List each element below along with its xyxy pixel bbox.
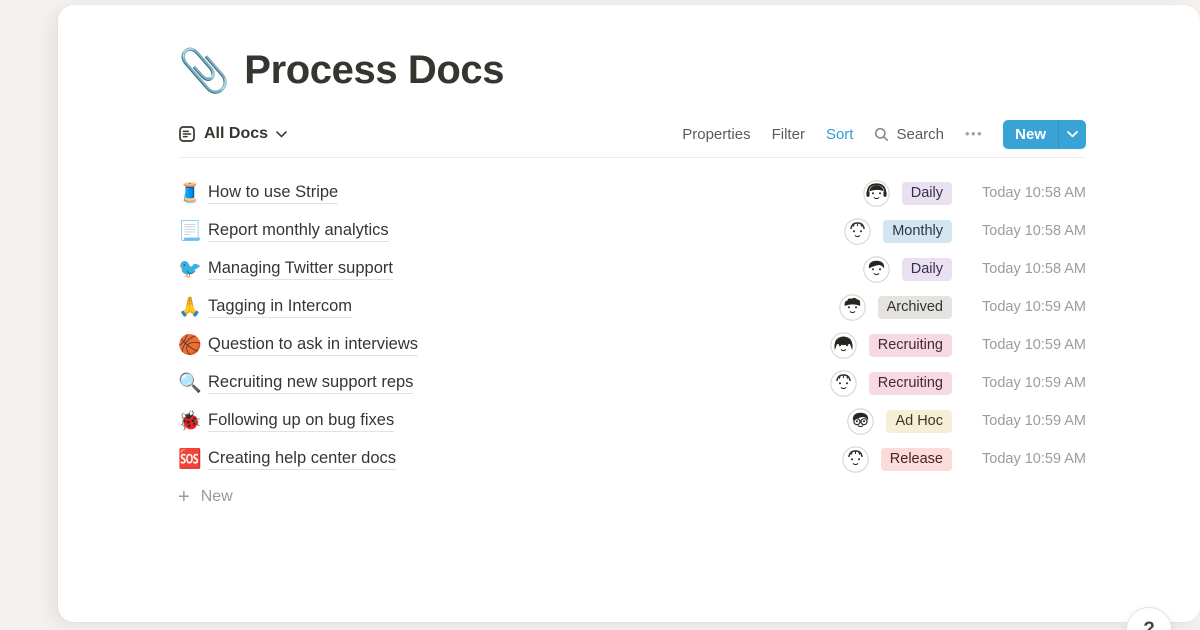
row-meta: Monthly bbox=[844, 218, 952, 245]
chevron-down-icon[interactable] bbox=[1059, 120, 1086, 149]
doc-emoji-icon: 🔍 bbox=[178, 374, 208, 393]
doc-row[interactable]: 🔍 Recruiting new support reps Recruiting… bbox=[178, 364, 1086, 402]
edited-timestamp: Today 10:58 AM bbox=[952, 223, 1086, 239]
doc-emoji-icon: 🏀 bbox=[178, 336, 208, 355]
new-row-button[interactable]: + New bbox=[178, 478, 1086, 516]
doc-title-link[interactable]: Tagging in Intercom bbox=[208, 297, 352, 318]
view-label: All Docs bbox=[204, 125, 268, 143]
new-button-label: New bbox=[1003, 120, 1058, 149]
doc-emoji-icon: 📃 bbox=[178, 222, 208, 241]
more-options-button[interactable]: ••• bbox=[964, 124, 984, 145]
doc-row[interactable]: 🆘 Creating help center docs Release Toda… bbox=[178, 440, 1086, 478]
author-avatar bbox=[847, 408, 874, 435]
doc-list: 🧵 How to use Stripe Daily Today 10:58 AM… bbox=[178, 174, 1086, 478]
page-header: 📎 Process Docs bbox=[178, 48, 1086, 93]
notion-page-card: 📎 Process Docs All Docs P bbox=[58, 5, 1200, 622]
row-meta: Release bbox=[842, 446, 952, 473]
doc-emoji-icon: 🐞 bbox=[178, 412, 208, 431]
author-avatar bbox=[830, 332, 857, 359]
edited-timestamp: Today 10:59 AM bbox=[952, 337, 1086, 353]
page-content: 📎 Process Docs All Docs P bbox=[58, 48, 1200, 516]
row-meta: Recruiting bbox=[830, 332, 952, 359]
edited-timestamp: Today 10:59 AM bbox=[952, 375, 1086, 391]
edited-timestamp: Today 10:59 AM bbox=[952, 451, 1086, 467]
row-meta: Archived bbox=[839, 294, 952, 321]
search-icon bbox=[874, 127, 889, 142]
edited-timestamp: Today 10:59 AM bbox=[952, 299, 1086, 315]
doc-title-link[interactable]: Managing Twitter support bbox=[208, 259, 393, 280]
author-avatar bbox=[842, 446, 869, 473]
list-view-icon bbox=[178, 125, 196, 143]
edited-timestamp: Today 10:58 AM bbox=[952, 261, 1086, 277]
chevron-down-icon bbox=[276, 131, 287, 138]
filter-button[interactable]: Filter bbox=[771, 124, 806, 145]
category-tag: Daily bbox=[902, 182, 952, 205]
help-question-mark: ? bbox=[1143, 619, 1155, 630]
doc-row[interactable]: 🧵 How to use Stripe Daily Today 10:58 AM bbox=[178, 174, 1086, 212]
doc-row[interactable]: 🐞 Following up on bug fixes Ad Hoc Today… bbox=[178, 402, 1086, 440]
doc-title-link[interactable]: Following up on bug fixes bbox=[208, 411, 394, 432]
properties-button[interactable]: Properties bbox=[681, 124, 751, 145]
category-tag: Release bbox=[881, 448, 952, 471]
row-meta: Recruiting bbox=[830, 370, 952, 397]
row-meta: Daily bbox=[863, 256, 952, 283]
doc-title-link[interactable]: Question to ask in interviews bbox=[208, 335, 418, 356]
doc-row[interactable]: 📃 Report monthly analytics Monthly Today… bbox=[178, 212, 1086, 250]
toolbar-actions: Properties Filter Sort Search ••• New bbox=[681, 120, 1086, 149]
new-row-label: New bbox=[201, 488, 233, 506]
row-meta: Ad Hoc bbox=[847, 408, 952, 435]
category-tag: Ad Hoc bbox=[886, 410, 952, 433]
page-title[interactable]: Process Docs bbox=[244, 48, 504, 93]
doc-emoji-icon: 🧵 bbox=[178, 184, 208, 203]
view-switcher-all-docs[interactable]: All Docs bbox=[178, 125, 287, 143]
doc-row[interactable]: 🙏 Tagging in Intercom Archived Today 10:… bbox=[178, 288, 1086, 326]
row-meta: Daily bbox=[863, 180, 952, 207]
doc-emoji-icon: 🆘 bbox=[178, 450, 208, 469]
doc-emoji-icon: 🙏 bbox=[178, 298, 208, 317]
doc-row[interactable]: 🐦 Managing Twitter support Daily Today 1… bbox=[178, 250, 1086, 288]
edited-timestamp: Today 10:58 AM bbox=[952, 185, 1086, 201]
search-label: Search bbox=[896, 126, 944, 143]
category-tag: Monthly bbox=[883, 220, 952, 243]
author-avatar bbox=[863, 180, 890, 207]
category-tag: Daily bbox=[902, 258, 952, 281]
category-tag: Archived bbox=[878, 296, 952, 319]
doc-title-link[interactable]: Report monthly analytics bbox=[208, 221, 389, 242]
author-avatar bbox=[839, 294, 866, 321]
category-tag: Recruiting bbox=[869, 334, 952, 357]
doc-title-link[interactable]: Creating help center docs bbox=[208, 449, 396, 470]
author-avatar bbox=[863, 256, 890, 283]
toolbar-divider bbox=[178, 157, 1086, 158]
author-avatar bbox=[844, 218, 871, 245]
edited-timestamp: Today 10:59 AM bbox=[952, 413, 1086, 429]
doc-emoji-icon: 🐦 bbox=[178, 260, 208, 279]
doc-title-link[interactable]: Recruiting new support reps bbox=[208, 373, 413, 394]
plus-icon: + bbox=[178, 487, 190, 507]
author-avatar bbox=[830, 370, 857, 397]
doc-row[interactable]: 🏀 Question to ask in interviews Recruiti… bbox=[178, 326, 1086, 364]
sort-button[interactable]: Sort bbox=[825, 124, 855, 145]
doc-title-link[interactable]: How to use Stripe bbox=[208, 183, 338, 204]
database-toolbar: All Docs Properties Filter Sort bbox=[178, 119, 1086, 149]
new-button[interactable]: New bbox=[1003, 120, 1086, 149]
category-tag: Recruiting bbox=[869, 372, 952, 395]
paperclip-page-icon[interactable]: 📎 bbox=[178, 50, 230, 92]
search-button[interactable]: Search bbox=[873, 124, 945, 145]
